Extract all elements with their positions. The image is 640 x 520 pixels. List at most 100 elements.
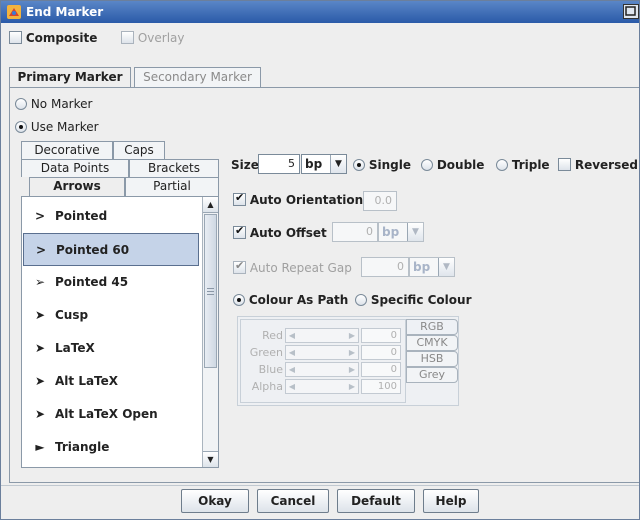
tab-grey[interactable]: Grey	[406, 367, 458, 383]
list-item-label: Pointed 45	[55, 275, 129, 289]
okay-button[interactable]: Okay	[181, 489, 249, 513]
blue-slider[interactable]: ◀ ▶	[285, 362, 359, 377]
double-radio[interactable]	[421, 159, 433, 171]
list-item-label: Pointed	[55, 209, 108, 223]
orientation-input[interactable]: 0.0	[363, 191, 397, 211]
specific-colour-radio[interactable]	[355, 294, 367, 306]
offset-input[interactable]: 0	[332, 222, 378, 242]
green-label: Green	[249, 346, 283, 359]
use-marker-radio[interactable]	[15, 121, 27, 133]
blue-value[interactable]: 0	[361, 362, 401, 377]
auto-orientation-option[interactable]: Auto Orientation	[233, 191, 364, 207]
size-unit-select[interactable]: bp ▼	[301, 154, 347, 174]
triple-option[interactable]: Triple	[496, 158, 550, 172]
colour-as-path-label: Colour As Path	[248, 293, 349, 307]
list-item[interactable]: > Pointed 60	[23, 233, 199, 266]
arrow-symbol: >	[34, 209, 46, 223]
double-option[interactable]: Double	[421, 158, 484, 172]
reversed-option[interactable]: Reversed	[558, 158, 638, 172]
repeat-gap-unit-value: bp	[413, 260, 431, 274]
arrow-symbol: ►	[35, 440, 45, 454]
size-input[interactable]: 5	[258, 154, 300, 174]
colour-as-path-radio[interactable]	[233, 294, 245, 306]
composite-option[interactable]: Composite	[9, 31, 97, 45]
overlay-checkbox[interactable]	[121, 31, 134, 44]
blue-label: Blue	[258, 363, 283, 376]
red-slider[interactable]: ◀ ▶	[285, 328, 359, 343]
tab-decorative[interactable]: Decorative	[21, 141, 113, 159]
list-item[interactable]: ► Triangle	[23, 431, 199, 464]
auto-orientation-label: Auto Orientation	[249, 193, 364, 207]
auto-repeat-gap-option[interactable]: Auto Repeat Gap	[233, 259, 352, 275]
size-label: Size	[231, 158, 259, 172]
no-marker-option[interactable]: No Marker	[15, 97, 92, 111]
auto-offset-option[interactable]: Auto Offset	[233, 224, 327, 240]
tab-partial[interactable]: Partial	[125, 177, 219, 196]
tab-brackets[interactable]: Brackets	[129, 159, 219, 177]
green-slider[interactable]: ◀ ▶	[285, 345, 359, 360]
auto-orientation-checkbox[interactable]	[233, 191, 246, 206]
composite-label: Composite	[25, 31, 98, 45]
help-button[interactable]: Help	[423, 489, 479, 513]
default-button[interactable]: Default	[337, 489, 415, 513]
offset-unit-select[interactable]: bp ▼	[378, 222, 424, 242]
repeat-gap-input[interactable]: 0	[361, 257, 409, 277]
colour-as-path-option[interactable]: Colour As Path	[233, 293, 348, 307]
title-bar[interactable]: End Marker	[1, 1, 639, 23]
colour-chooser: Red ◀ ▶ 0 Green ◀ ▶ 0 Blue ◀ ▶ 0 Alpha ◀ ▶ 1…	[237, 316, 459, 406]
single-radio[interactable]	[353, 159, 365, 171]
alpha-slider[interactable]: ◀ ▶	[285, 379, 359, 394]
tab-arrows[interactable]: Arrows	[29, 177, 125, 196]
tab-rgb[interactable]: RGB	[406, 319, 458, 335]
auto-offset-checkbox[interactable]	[233, 224, 246, 239]
scroll-thumb[interactable]	[204, 214, 217, 368]
chevron-down-icon[interactable]: ▼	[330, 155, 346, 173]
list-item[interactable]: > Pointed	[23, 200, 199, 233]
list-item-label: Alt LaTeX	[55, 374, 119, 388]
alpha-label: Alpha	[251, 380, 283, 393]
arrow-symbol: ➤	[34, 308, 46, 322]
list-item[interactable]: ➤ Alt LaTeX Open	[23, 398, 199, 431]
arrow-symbol: ➤	[34, 341, 46, 355]
list-item-label: Pointed 60	[56, 243, 130, 257]
arrow-symbol: ➢	[34, 275, 46, 289]
green-value[interactable]: 0	[361, 345, 401, 360]
chevron-down-icon[interactable]: ▼	[407, 223, 423, 241]
single-option[interactable]: Single	[353, 158, 411, 172]
red-value[interactable]: 0	[361, 328, 401, 343]
end-marker-dialog: End Marker Composite Overlay Primary Mar…	[0, 0, 640, 520]
list-scrollbar[interactable]: ▲ ▼	[202, 197, 218, 467]
reversed-checkbox[interactable]	[558, 158, 571, 171]
list-item[interactable]: ➤ Cusp	[23, 299, 199, 332]
triple-radio[interactable]	[496, 159, 508, 171]
chevron-down-icon[interactable]: ▼	[438, 258, 454, 276]
cancel-button[interactable]: Cancel	[257, 489, 329, 513]
alpha-value[interactable]: 100	[361, 379, 401, 394]
auto-repeat-gap-checkbox[interactable]	[233, 259, 246, 274]
list-item-label: LaTeX	[55, 341, 95, 355]
double-label: Double	[436, 158, 485, 172]
scroll-down-icon[interactable]: ▼	[203, 451, 218, 467]
arrow-list: > Pointed > Pointed 60 ➢ Pointed 45 ➤ Cu…	[21, 196, 219, 468]
repeat-gap-unit-select[interactable]: bp ▼	[409, 257, 455, 277]
arrow-symbol: >	[35, 243, 47, 257]
tab-caps[interactable]: Caps	[113, 141, 165, 159]
composite-checkbox[interactable]	[9, 31, 22, 44]
tab-primary-marker[interactable]: Primary Marker	[9, 67, 131, 87]
scroll-up-icon[interactable]: ▲	[203, 197, 218, 213]
specific-colour-option[interactable]: Specific Colour	[355, 293, 471, 307]
use-marker-option[interactable]: Use Marker	[15, 120, 99, 134]
no-marker-radio[interactable]	[15, 98, 27, 110]
tab-secondary-marker[interactable]: Secondary Marker	[134, 67, 261, 87]
tab-hsb[interactable]: HSB	[406, 351, 458, 367]
list-item[interactable]: ➢ Pointed 45	[23, 266, 199, 299]
list-item[interactable]: ➤ Alt LaTeX	[23, 365, 199, 398]
divider	[1, 485, 639, 486]
size-unit-value: bp	[305, 157, 323, 171]
maximize-button[interactable]	[623, 4, 639, 19]
tab-cmyk[interactable]: CMYK	[406, 335, 458, 351]
tab-data-points[interactable]: Data Points	[21, 159, 129, 177]
single-label: Single	[368, 158, 411, 172]
overlay-option[interactable]: Overlay	[121, 31, 184, 45]
list-item[interactable]: ➤ LaTeX	[23, 332, 199, 365]
